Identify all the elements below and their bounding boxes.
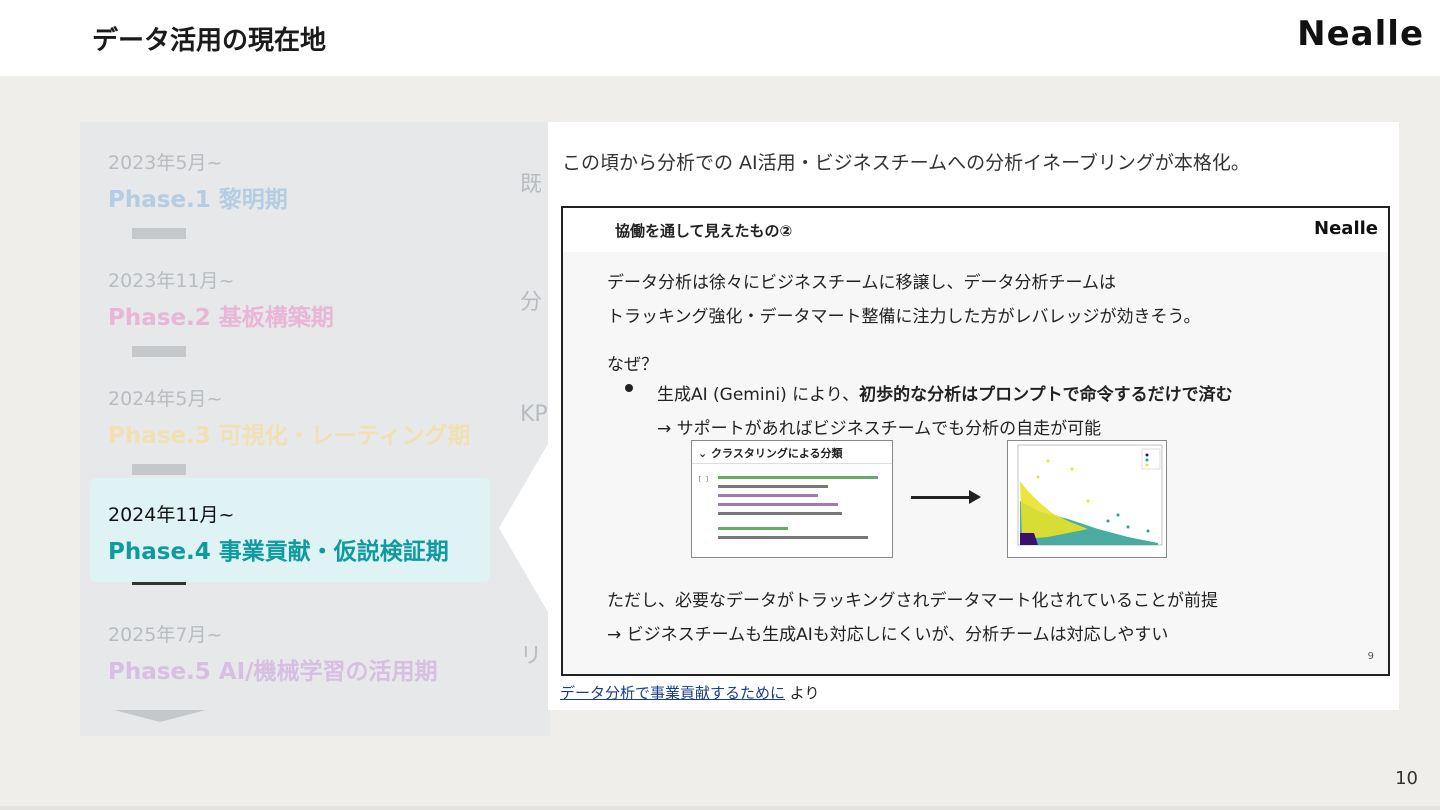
phase-1: 2023年5月~ Phase.1 黎明期 既 (100, 126, 543, 230)
slide-title: データ活用の現在地 (92, 26, 327, 56)
phase-3-name: Phase.3 可視化・レーティング期 (108, 423, 471, 449)
divider (692, 463, 892, 464)
source-citation: データ分析で事業貢献するために より (560, 682, 819, 703)
bottom-bar (0, 806, 1440, 810)
phase-3: 2024年5月~ Phase.3 可視化・レーティング期 KP (100, 362, 548, 466)
code-lines-graphic: [ ] (698, 476, 878, 539)
detail-panel: この頃から分析での AI活用・ビジネスチームへの分析イネーブリングが本格化。 協… (548, 122, 1399, 710)
embedded-page-number: 9 (1367, 651, 1374, 662)
brand-logo: Nealle (1297, 14, 1424, 54)
why-heading: なぜ？ (607, 355, 658, 375)
phase-2: 2023年11月~ Phase.2 基板構築期 分 (100, 244, 543, 348)
source-link[interactable]: データ分析で事業貢献するために (560, 684, 785, 702)
bullet-icon (625, 384, 633, 392)
phase-5-name: Phase.5 AI/機械学習の活用期 (108, 659, 438, 685)
bullet-subtext: → サポートがあればビジネスチームでも分析の自走が可能 (657, 419, 1102, 439)
phase-4-active: 2024年11月~ Phase.4 事業貢献・仮説検証期 (90, 478, 490, 582)
embedded-slide-title: 協働を通して見えたもの② (615, 222, 793, 240)
caveat-line: ただし、必要なデータがトラッキングされデータマート化されていることが前提 (607, 591, 1218, 611)
phase-separator (132, 228, 186, 239)
phase-5: 2025年7月~ Phase.5 AI/機械学習の活用期 リ (100, 598, 543, 702)
phase-3-date: 2024年5月~ (108, 388, 223, 410)
phase-2-date: 2023年11月~ (108, 270, 235, 292)
phase-1-desc-fragment: 既 (520, 172, 543, 197)
bullet-text-bold: 初歩的な分析はプロンプトで命令するだけで済む (859, 385, 1233, 405)
paragraph-line: データ分析は徐々にビジネスチームに移譲し、データ分析チームは (607, 273, 1116, 293)
scatter-plot-graphic (1017, 444, 1163, 546)
timeline-arrow-icon (114, 710, 206, 722)
callout-pointer (499, 442, 549, 614)
phase-2-desc-fragment: 分 (520, 290, 543, 315)
phase-2-name: Phase.2 基板構築期 (108, 305, 334, 331)
embedded-slide: 協働を通して見えたもの② Nealle データ分析は徐々にビジネスチームに移譲し… (561, 206, 1390, 676)
svg-text:[ ]: [ ] (698, 476, 709, 483)
phase-separator (132, 346, 186, 357)
bullet-text: 生成AI (Gemini) により、初歩的な分析はプロンプトで命令するだけで済む (657, 380, 1233, 405)
source-suffix: より (785, 684, 820, 702)
arrow-right-icon (911, 490, 981, 504)
phase-1-name: Phase.1 黎明期 (108, 187, 288, 213)
caveat-line: → ビジネスチームも生成AIも対応しにくいが、分析チームは対応しやすい (607, 625, 1169, 645)
notebook-screenshot: ⌄ クラスタリングによる分類 [ ] (691, 440, 893, 558)
phase-separator (132, 464, 186, 475)
cluster-scatter-screenshot (1007, 440, 1167, 558)
slide-number: 10 (1395, 768, 1418, 789)
phase-3-desc-fragment: KP (520, 402, 548, 427)
phase-timeline: 2023年5月~ Phase.1 黎明期 既 2023年11月~ Phase.2… (80, 122, 550, 736)
phase-5-desc-fragment: リ (520, 644, 543, 669)
embedded-brand-logo: Nealle (1314, 218, 1378, 239)
phase-5-date: 2025年7月~ (108, 624, 223, 646)
phase-4-name: Phase.4 事業貢献・仮説検証期 (108, 539, 449, 565)
header-bar: データ活用の現在地 Nealle (0, 0, 1440, 76)
paragraph-line: トラッキング強化・データマート整備に注力した方がレバレッジが効きそう。 (607, 307, 1201, 327)
phase-1-date: 2023年5月~ (108, 152, 223, 174)
bullet-text-pre: 生成AI (Gemini) により、 (657, 385, 860, 405)
panel-headline: この頃から分析での AI活用・ビジネスチームへの分析イネーブリングが本格化。 (562, 152, 1250, 174)
embedded-slide-header: 協働を通して見えたもの② Nealle (563, 208, 1388, 252)
phase-separator (132, 582, 186, 585)
phase-4-date: 2024年11月~ (108, 504, 235, 526)
notebook-cell-title: ⌄ クラスタリングによる分類 (698, 447, 843, 460)
